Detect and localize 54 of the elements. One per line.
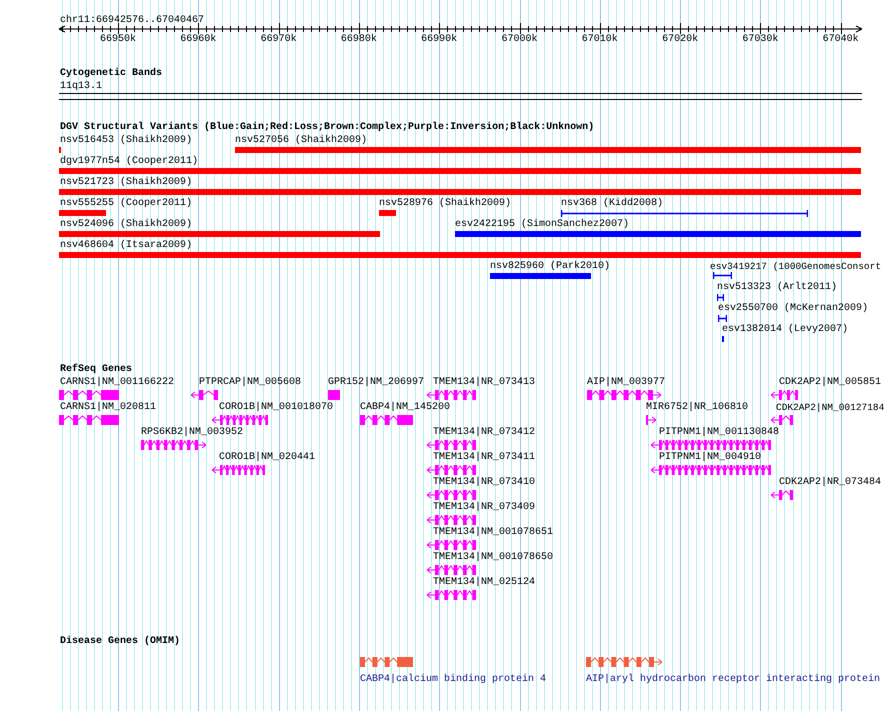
- tick-label: 67000k: [502, 34, 538, 46]
- variant-label: nsv528976 (Shaikh2009): [379, 198, 512, 210]
- gene-label: PITPNM1|NM_001130848: [659, 427, 780, 439]
- gene-label: RPS6KB2|NM_003952: [141, 427, 244, 439]
- tick-label: 66950k: [100, 34, 136, 46]
- gene-label: TMEM134|NR_073411: [433, 452, 536, 464]
- gene-label: TMEM134|NR_073409: [433, 502, 536, 514]
- gene-label: GPR152|NM_206997: [328, 377, 424, 389]
- track-title: Cytogenetic Bands: [60, 68, 162, 80]
- variant-label: nsv527056 (Shaikh2009): [235, 135, 368, 147]
- gene-label: CABP4|NM_145200: [360, 402, 450, 414]
- gene-label: TMEM134|NM_025124: [433, 577, 536, 589]
- gene-label: TMEM134|NR_073412: [433, 427, 536, 439]
- variant-label: nsv516453 (Shaikh2009): [60, 135, 192, 147]
- track-title: Disease Genes (OMIM): [60, 636, 180, 648]
- tick-label: 67030k: [742, 34, 778, 46]
- band-label: 11q13.1: [60, 81, 102, 93]
- variant-label: nsv825960 (Park2010): [490, 261, 610, 273]
- variant-label: nsv521723 (Shaikh2009): [60, 177, 192, 189]
- track-title: DGV Structural Variants (Blue:Gain;Red:Loss;Brown:Complex;Purple:Inversion;Black:Unknown): [60, 122, 594, 134]
- variant-label: nsv368 (Kidd2008): [561, 198, 664, 210]
- variant-label: esv2422195 (SimonSanchez2007): [455, 219, 630, 231]
- tick-label: 67020k: [662, 34, 698, 46]
- variant-label: nsv468604 (Itsara2009): [60, 240, 192, 252]
- gene-label: PTPRCAP|NM_005608: [199, 377, 302, 389]
- variant-label: esv2550700 (McKernan2009): [718, 303, 868, 315]
- variant-label: dgv1977n54 (Cooper2011): [60, 156, 198, 168]
- gene-label: CORO1B|NM_001018070: [219, 402, 334, 414]
- variant-label: esv3419217 (1000GenomesConsort: [710, 261, 882, 273]
- variant-label: nsv513323 (Arlt2011): [717, 282, 838, 294]
- variant-label: esv1382014 (Levy2007): [722, 324, 848, 336]
- region-label: chr11:66942576..67040467: [60, 15, 204, 27]
- gene-label: TMEM134|NM_001078651: [433, 527, 554, 539]
- gene-label: TMEM134|NR_073410: [433, 477, 536, 489]
- gene-label: TMEM134|NR_073413: [433, 377, 536, 389]
- tick-label: 66960k: [180, 34, 216, 46]
- tick-label: 66970k: [260, 34, 297, 46]
- gene-label: CDK2AP2|NM_00127184: [776, 402, 884, 414]
- tick-label: 66990k: [421, 34, 458, 46]
- gene-label: CARNS1|NM_020811: [60, 402, 156, 414]
- tick-label: 67040k: [822, 34, 859, 46]
- gene-label: PITPNM1|NM_004910: [659, 452, 762, 464]
- gene-label: CARNS1|NM_001166222: [60, 377, 174, 389]
- gene-label: CDK2AP2|NM_005851: [779, 377, 882, 389]
- gene-label: CDK2AP2|NR_073484: [779, 477, 882, 489]
- tick-label: 66980k: [340, 34, 377, 46]
- gene-label: CORO1B|NM_020441: [219, 452, 316, 464]
- gene-label: MIR6752|NR_106810: [646, 402, 748, 414]
- variant-label: nsv524096 (Shaikh2009): [60, 219, 192, 231]
- variant-label: nsv555255 (Cooper2011): [60, 198, 192, 210]
- tick-label: 67010k: [582, 34, 618, 46]
- track-title: RefSeq Genes: [60, 364, 132, 376]
- gene-label: TMEM134|NM_001078650: [433, 552, 554, 564]
- gene-label: AIP|NM_003977: [587, 377, 666, 389]
